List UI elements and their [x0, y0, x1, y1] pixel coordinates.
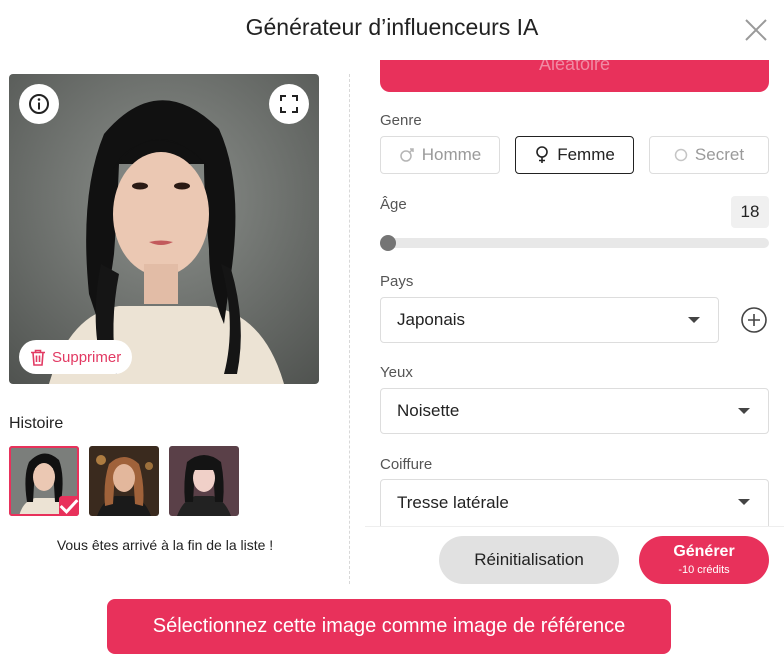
selected-check-badge [59, 496, 79, 516]
dialog-title: Générateur d’influenceurs IA [245, 14, 539, 40]
panel-divider [349, 74, 350, 584]
generate-button[interactable]: Générer -10 crédits [639, 536, 769, 584]
trash-icon [31, 349, 45, 366]
history-thumb-1[interactable] [9, 446, 79, 516]
add-country-button[interactable] [740, 306, 768, 334]
female-icon [536, 146, 548, 163]
male-icon [399, 148, 414, 162]
reset-button[interactable]: Réinitialisation [439, 536, 619, 584]
form-footer-divider [365, 526, 784, 527]
random-button[interactable]: Aléatoire [380, 60, 769, 92]
fullscreen-button[interactable] [269, 84, 309, 124]
hair-select[interactable]: Tresse latérale [380, 479, 769, 526]
close-button[interactable] [742, 16, 770, 44]
eyes-select[interactable]: Noisette [380, 388, 769, 434]
history-thumb-3[interactable] [169, 446, 239, 516]
chevron-down-icon [688, 317, 700, 323]
delete-button[interactable]: Supprimer [19, 340, 133, 374]
country-value: Japonais [397, 310, 466, 329]
gender-option-secret[interactable]: Secret [649, 136, 769, 174]
delete-label: Supprimer [52, 348, 122, 366]
check-icon [59, 499, 79, 514]
set-reference-image-button[interactable]: Sélectionnez cette image comme image de … [107, 599, 671, 654]
gender-option-homme[interactable]: Homme [380, 136, 500, 174]
info-button[interactable] [19, 84, 59, 124]
circle-icon [674, 148, 688, 162]
age-slider-thumb[interactable] [380, 235, 396, 251]
thumb-image [169, 446, 239, 516]
history-title: Histoire [9, 415, 64, 432]
chevron-down-icon [738, 499, 750, 505]
generate-label: Générer [673, 543, 735, 560]
gender-option-label: Secret [694, 145, 745, 164]
gender-option-label: Homme [421, 145, 482, 164]
gender-label: Genre [380, 112, 422, 129]
country-label: Pays [380, 273, 414, 290]
info-icon [29, 94, 49, 114]
chevron-down-icon [738, 408, 750, 414]
close-icon [745, 19, 767, 41]
hair-value: Tresse latérale [397, 493, 509, 512]
thumb-image [89, 446, 159, 516]
history-thumb-2[interactable] [89, 446, 159, 516]
end-of-list-text: Vous êtes arrivé à la fin de la liste ! [56, 537, 274, 553]
generate-cost: -10 crédits [678, 564, 730, 576]
random-button-label: Aléatoire [538, 60, 611, 74]
age-slider-track[interactable] [380, 238, 769, 248]
age-label: Âge [380, 196, 407, 213]
gender-option-femme[interactable]: Femme [515, 136, 634, 174]
eyes-label: Yeux [380, 364, 413, 381]
country-select[interactable]: Japonais [380, 297, 719, 343]
hair-label: Coiffure [380, 456, 433, 473]
preview-image: Supprimer [9, 74, 319, 384]
portrait-image [9, 74, 319, 384]
eyes-value: Noisette [397, 401, 460, 420]
gender-option-label: Femme [557, 145, 615, 164]
fullscreen-icon [280, 95, 298, 113]
age-value: 18 [731, 196, 769, 228]
plus-circle-icon [741, 307, 767, 333]
